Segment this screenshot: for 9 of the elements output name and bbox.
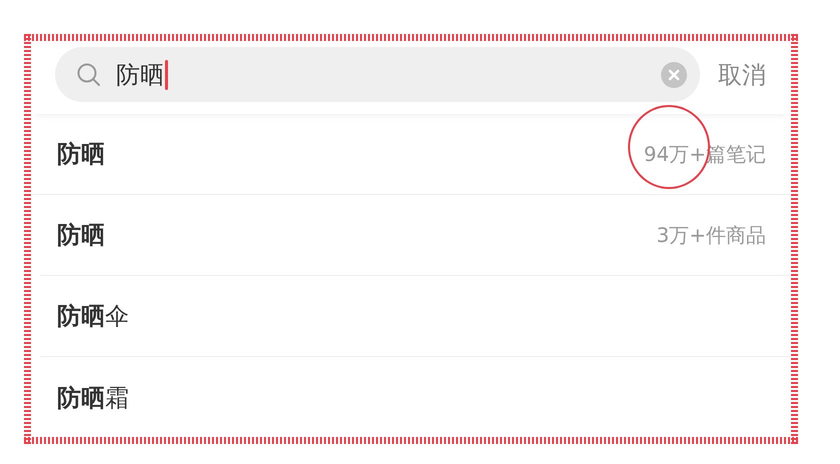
suggestion-item[interactable]: 防晒霜 (40, 357, 790, 438)
clear-icon[interactable] (661, 62, 687, 88)
search-icon (76, 62, 102, 88)
result-count: 3万+件商品 (656, 222, 766, 248)
text-cursor (165, 60, 168, 90)
search-field[interactable]: 防晒 (55, 47, 700, 102)
suggestion-item[interactable]: 防晒伞 (40, 276, 790, 357)
cancel-button[interactable]: 取消 (718, 58, 766, 90)
suggestion-item[interactable]: 防晒 3万+件商品 (40, 195, 790, 276)
